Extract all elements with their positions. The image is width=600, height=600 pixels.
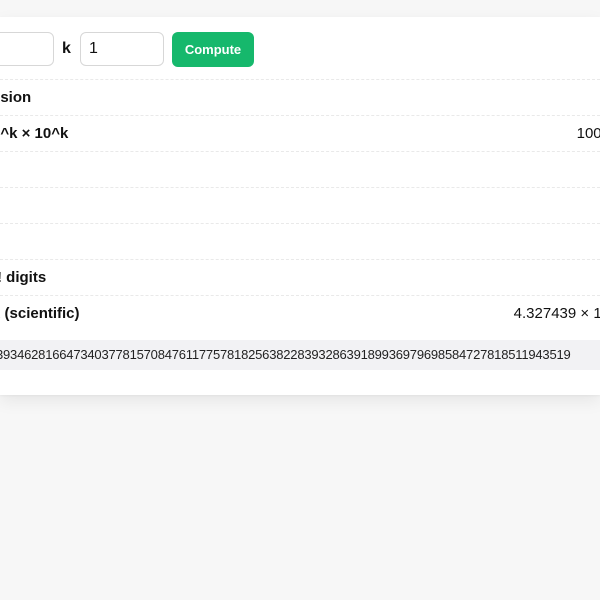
row-label: 0^k × 10^k [0, 125, 69, 142]
row-label: )! digits [0, 269, 47, 286]
compute-button[interactable]: Compute [172, 32, 254, 67]
k-label: k [62, 40, 71, 57]
result-row-product: 0^k × 10^k 1000 [0, 115, 600, 151]
result-row-digits: )! digits [0, 259, 600, 295]
result-row-3 [0, 151, 600, 187]
result-row-expression: ssion ( [0, 79, 600, 115]
digits-output: 3934628166473403778157084761177578182563… [0, 340, 600, 370]
row-value: 1000 [576, 125, 600, 142]
k-input[interactable]: 1 [80, 32, 164, 66]
row-label: ssion [0, 89, 32, 106]
row-label: x (scientific) [0, 305, 80, 322]
input-controls: k 1 Compute [0, 32, 600, 68]
result-row-5 [0, 223, 600, 259]
n-input[interactable] [0, 32, 54, 66]
result-row-4 [0, 187, 600, 223]
calculator-card: k 1 Compute ssion ( 0^k × 10^k 1000 )! d… [0, 17, 600, 395]
digits-text: 3934628166473403778157084761177578182563… [0, 347, 571, 362]
row-value: 4.327439 × 10 [513, 305, 600, 322]
result-row-scientific: x (scientific) 4.327439 × 10 [0, 295, 600, 331]
